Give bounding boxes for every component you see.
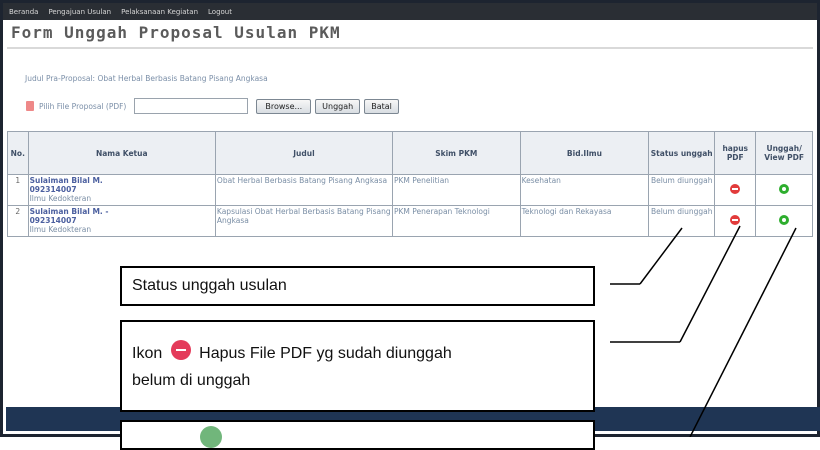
col-nama-ketua: Nama Ketua [27,131,216,175]
callout-unggah-view [120,420,595,450]
file-path-input[interactable] [134,98,249,114]
page-title: Form Unggah Proposal Usulan PKM [11,23,341,42]
minus-circle-icon [170,340,191,360]
top-nav: Beranda Pengajuan Usulan Pelaksanaan Keg… [3,3,817,20]
row-judul: Obat Herbal Berbasis Batang Pisang Angka… [214,174,393,206]
row-judul: Kapsulasi Obat Herbal Berbasis Batang Pi… [214,205,393,237]
status-badge: Belum diunggah [648,174,716,206]
row-ketua: Sulaiman Bilal M. 092314007 Ilmu Kedokte… [27,174,216,206]
col-unggah-view-pdf: Unggah/ View PDF [755,131,813,175]
callout-hapus-pdf: Ikon Hapus File PDF yg sudah diunggah be… [120,320,595,412]
batal-button[interactable]: Batal [364,98,399,114]
ketua-name: Sulaiman Bilal M. [29,176,103,185]
ketua-prodi: Ilmu Kedokteran [29,225,92,234]
table-header-row: No. Nama Ketua Judul Skim PKM Bid.Ilmu S… [7,131,813,175]
upload-circle-icon [200,426,222,448]
minus-circle-icon[interactable] [730,215,741,225]
nav-logout[interactable]: Logout [208,8,232,16]
table-row: 1 Sulaiman Bilal M. 092314007 Ilmu Kedok… [7,174,813,206]
col-hapus-pdf: hapus PDF [714,131,757,175]
table-row: 2 Sulaiman Bilal M. - 092314007 Ilmu Ked… [7,205,813,237]
upload-circle-icon[interactable] [779,184,790,194]
judul-pra-proposal: Judul Pra-Proposal: Obat Herbal Berbasis… [25,74,268,83]
col-bid-ilmu: Bid.Ilmu [519,131,650,175]
ketua-nim: 092314007 [29,216,77,225]
upload-circle-icon[interactable] [779,215,790,225]
pdf-file-icon [25,101,35,111]
row-ketua: Sulaiman Bilal M. - 092314007 Ilmu Kedok… [27,205,216,237]
browse-button[interactable]: Browse... [256,98,312,114]
unggah-cell [755,205,813,237]
minus-circle-icon[interactable] [730,184,741,194]
callout-hapus-text: Hapus File PDF yg sudah diunggah [199,345,452,362]
row-bidang: Kesehatan [519,174,650,206]
nav-beranda[interactable]: Beranda [9,8,38,16]
col-status-unggah: Status unggah [648,131,716,175]
title-divider [7,47,813,49]
nav-pelaksanaan-kegiatan[interactable]: Pelaksanaan Kegiatan [121,8,198,16]
ketua-prodi: Ilmu Kedokteran [29,194,92,203]
callout-status-unggah: Status unggah usulan [120,266,595,306]
row-skim: PKM Penelitian [391,174,521,206]
proposal-table: No. Nama Ketua Judul Skim PKM Bid.Ilmu S… [7,131,813,237]
file-label: Pilih File Proposal (PDF) [39,101,127,111]
ketua-nim: 092314007 [29,185,77,194]
hapus-cell [714,205,757,237]
col-judul: Judul [214,131,393,175]
unggah-button[interactable]: Unggah [315,98,361,114]
row-no: 1 [7,174,29,206]
status-badge: Belum diunggah [648,205,716,237]
callout-hapus-prefix: Ikon [132,345,163,362]
row-skim: PKM Penerapan Teknologi [391,205,521,237]
row-no: 2 [7,205,29,237]
hapus-cell [714,174,757,206]
upload-row: Pilih File Proposal (PDF) Browse... Ungg… [25,98,399,114]
ketua-name: Sulaiman Bilal M. - [29,207,109,216]
unggah-cell [755,174,813,206]
col-no: No. [7,131,29,175]
row-bidang: Teknologi dan Rekayasa [519,205,650,237]
callout-hapus-line2: belum di unggah [132,372,251,389]
nav-pengajuan-usulan[interactable]: Pengajuan Usulan [48,8,111,16]
col-skim-pkm: Skim PKM [391,131,521,175]
